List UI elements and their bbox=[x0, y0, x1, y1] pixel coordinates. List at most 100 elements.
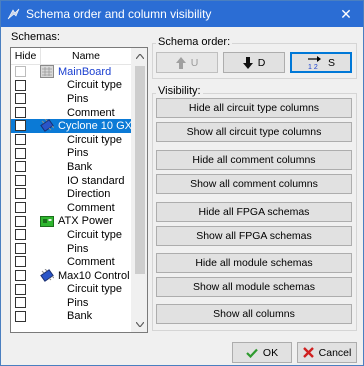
schema-row[interactable]: Cyclone 10 GX bbox=[11, 119, 132, 133]
column-name: Comment bbox=[67, 106, 115, 119]
scrollbar-thumb[interactable] bbox=[135, 66, 145, 274]
sort-button[interactable]: 1 2 S bbox=[290, 52, 352, 73]
hide-checkbox[interactable] bbox=[15, 133, 26, 145]
hide-column-header[interactable]: Hide bbox=[11, 48, 41, 64]
column-row[interactable]: Pins bbox=[11, 92, 131, 106]
sort-icon: 1 2 bbox=[307, 55, 323, 70]
column-row[interactable]: Circuit type bbox=[11, 283, 131, 297]
vertical-scrollbar[interactable] bbox=[131, 48, 147, 332]
column-row[interactable]: Comment bbox=[11, 255, 131, 269]
hide-checkbox[interactable] bbox=[15, 283, 26, 295]
schema-name: Cyclone 10 GX bbox=[58, 120, 132, 133]
show-circuit-type-columns-button[interactable]: Show all circuit type columns bbox=[156, 122, 352, 142]
column-row[interactable]: IO standard bbox=[11, 174, 131, 188]
ok-label: OK bbox=[262, 346, 279, 359]
scroll-up-arrow-icon[interactable] bbox=[132, 48, 147, 64]
cancel-x-icon bbox=[302, 347, 314, 358]
schema-name: Max10 Control bbox=[58, 269, 130, 282]
column-name: Circuit type bbox=[67, 79, 123, 92]
column-name: Bank bbox=[67, 160, 93, 173]
column-row[interactable]: Pins bbox=[11, 242, 131, 256]
hide-checkbox[interactable] bbox=[15, 201, 26, 213]
column-row[interactable]: Circuit type bbox=[11, 228, 131, 242]
column-name: Pins bbox=[67, 242, 89, 255]
hide-checkbox[interactable] bbox=[15, 106, 26, 118]
column-name: Circuit type bbox=[67, 228, 123, 241]
hide-checkbox[interactable] bbox=[15, 215, 26, 227]
hide-checkbox[interactable] bbox=[15, 310, 26, 322]
hide-checkbox[interactable] bbox=[15, 161, 26, 173]
cancel-button[interactable]: Cancel bbox=[297, 342, 357, 363]
visibility-label: Visibility: bbox=[156, 85, 203, 97]
column-row[interactable]: Circuit type bbox=[11, 79, 131, 93]
schema-name: ATX Power bbox=[58, 215, 113, 228]
move-up-label: U bbox=[190, 56, 199, 69]
schemas-label: Schemas: bbox=[9, 31, 62, 43]
hide-comment-columns-button[interactable]: Hide all comment columns bbox=[156, 150, 352, 170]
column-name: Pins bbox=[67, 296, 89, 309]
app-icon bbox=[6, 7, 20, 21]
window-title: Schema order and column visibility bbox=[26, 7, 212, 21]
schema-order-label: Schema order: bbox=[156, 36, 233, 48]
chip-icon bbox=[40, 119, 55, 133]
hide-fpga-schemas-button[interactable]: Hide all FPGA schemas bbox=[156, 202, 352, 222]
hide-checkbox[interactable] bbox=[15, 269, 26, 281]
column-name: IO standard bbox=[67, 174, 125, 187]
svg-text:1 2: 1 2 bbox=[308, 64, 318, 70]
column-name: Comment bbox=[67, 256, 115, 269]
schema-row[interactable]: ATX Power bbox=[11, 215, 131, 229]
column-row[interactable]: Bank bbox=[11, 160, 131, 174]
ok-button[interactable]: OK bbox=[232, 342, 292, 363]
column-row[interactable]: Comment bbox=[11, 201, 131, 215]
show-all-columns-button[interactable]: Show all columns bbox=[156, 304, 352, 324]
hide-checkbox[interactable] bbox=[15, 174, 26, 186]
arrow-up-icon bbox=[175, 56, 186, 69]
hide-checkbox[interactable] bbox=[15, 66, 26, 77]
show-module-schemas-button[interactable]: Show all module schemas bbox=[156, 277, 352, 297]
schema-row[interactable]: Max10 Control bbox=[11, 268, 131, 283]
column-name: Comment bbox=[67, 201, 115, 214]
column-row[interactable]: Bank bbox=[11, 310, 131, 324]
cancel-label: Cancel bbox=[318, 346, 352, 359]
move-down-button[interactable]: D bbox=[223, 52, 285, 73]
dialog-window: Schema order and column visibility ✕ Sch… bbox=[0, 0, 364, 366]
hide-checkbox[interactable] bbox=[15, 93, 26, 105]
column-row[interactable]: Direction bbox=[11, 187, 131, 201]
column-name: Bank bbox=[67, 310, 93, 323]
hide-checkbox[interactable] bbox=[15, 147, 26, 159]
move-up-button[interactable]: U bbox=[156, 52, 218, 73]
hide-checkbox[interactable] bbox=[15, 188, 26, 200]
show-fpga-schemas-button[interactable]: Show all FPGA schemas bbox=[156, 226, 352, 246]
arrow-down-icon bbox=[242, 56, 253, 69]
show-comment-columns-button[interactable]: Show all comment columns bbox=[156, 174, 352, 194]
column-name: Circuit type bbox=[67, 133, 123, 146]
hide-module-schemas-button[interactable]: Hide all module schemas bbox=[156, 253, 352, 273]
close-button[interactable]: ✕ bbox=[329, 1, 363, 27]
scroll-down-arrow-icon[interactable] bbox=[132, 316, 147, 332]
schema-row[interactable]: MainBoard bbox=[11, 65, 131, 79]
hide-checkbox[interactable] bbox=[15, 256, 26, 268]
sort-label: S bbox=[327, 56, 335, 69]
hide-checkbox[interactable] bbox=[15, 229, 26, 241]
module-icon bbox=[40, 215, 54, 228]
schema-name: MainBoard bbox=[58, 65, 112, 78]
hide-checkbox[interactable] bbox=[15, 297, 26, 309]
column-row[interactable]: Pins bbox=[11, 147, 131, 161]
hide-circuit-type-columns-button[interactable]: Hide all circuit type columns bbox=[156, 98, 352, 118]
column-row[interactable]: Pins bbox=[11, 296, 131, 310]
schemas-list[interactable]: Hide Name MainBoard Circuit type Pins Comme… bbox=[10, 47, 148, 333]
column-name: Circuit type bbox=[67, 283, 123, 296]
hide-checkbox[interactable] bbox=[15, 242, 26, 254]
name-column-header[interactable]: Name bbox=[41, 48, 131, 64]
title-bar: Schema order and column visibility ✕ bbox=[1, 1, 363, 27]
schematic-icon bbox=[40, 65, 54, 78]
hide-checkbox[interactable] bbox=[15, 79, 26, 91]
column-name: Pins bbox=[67, 147, 89, 160]
column-row[interactable]: Circuit type bbox=[11, 133, 131, 147]
column-row[interactable]: Comment bbox=[11, 106, 131, 120]
hide-checkbox[interactable] bbox=[15, 120, 26, 132]
column-name: Pins bbox=[67, 92, 89, 105]
chip-icon bbox=[40, 268, 55, 282]
list-header: Hide Name bbox=[11, 48, 131, 65]
column-name: Direction bbox=[67, 188, 111, 201]
